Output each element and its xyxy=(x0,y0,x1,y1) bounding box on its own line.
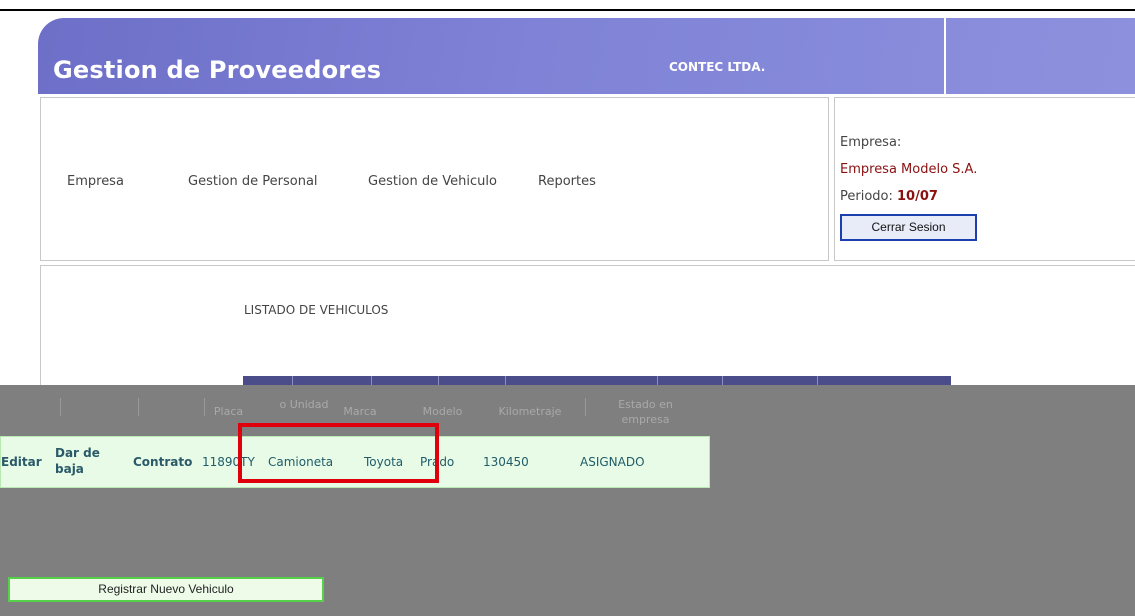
column-separator xyxy=(585,398,586,416)
period-label: Periodo: xyxy=(840,189,893,204)
status-cell: ASIGNADO xyxy=(580,455,645,469)
column-separator xyxy=(204,398,205,416)
column-header-marca: Marca xyxy=(343,405,377,418)
highlight-box xyxy=(238,423,439,483)
register-vehicle-button[interactable]: Registrar Nuevo Vehiculo xyxy=(8,577,324,602)
column-header-estado: Estado en empresa xyxy=(618,398,673,426)
logout-button[interactable]: Cerrar Sesion xyxy=(840,214,977,241)
page-title: Gestion de Proveedores xyxy=(53,56,382,84)
nav-item-empresa[interactable]: Empresa xyxy=(67,174,124,189)
period-line: Periodo: 10/07 xyxy=(840,189,938,204)
header-company-name: CONTEC LTDA. xyxy=(669,60,766,74)
nav-item-gestion-personal[interactable]: Gestion de Personal xyxy=(188,174,318,189)
nav-item-reportes[interactable]: Reportes xyxy=(538,174,596,189)
table-header-strip xyxy=(243,376,951,385)
edit-link[interactable]: Editar xyxy=(1,454,42,470)
column-header-modelo: Modelo xyxy=(422,405,463,418)
top-border-line xyxy=(0,9,1135,11)
column-separator xyxy=(60,398,61,416)
contract-link[interactable]: Contrato xyxy=(133,454,192,470)
column-header-kilometraje: Kilometraje xyxy=(498,405,562,418)
listing-title: LISTADO DE VEHICULOS xyxy=(244,303,389,317)
deactivate-link[interactable]: Dar de baja xyxy=(55,445,107,477)
column-separator xyxy=(138,398,139,416)
content-panel: LISTADO DE VEHICULOS xyxy=(40,265,1135,387)
header-divider xyxy=(944,18,946,94)
mileage-cell: 130450 xyxy=(483,455,529,469)
nav-item-gestion-vehiculo[interactable]: Gestion de Vehiculo xyxy=(368,174,497,189)
main-navigation: Empresa Gestion de Personal Gestion de V… xyxy=(40,97,829,261)
app-header: Gestion de Proveedores CONTEC LTDA. xyxy=(38,18,1135,94)
column-header-unidad: o Unidad xyxy=(279,398,329,411)
period-value: 10/07 xyxy=(897,189,938,204)
company-name: Empresa Modelo S.A. xyxy=(840,162,978,177)
session-info-panel: Empresa: Empresa Modelo S.A. Periodo: 10… xyxy=(834,97,1135,261)
company-label: Empresa: xyxy=(840,135,902,150)
column-header-placa: Placa xyxy=(213,405,244,418)
